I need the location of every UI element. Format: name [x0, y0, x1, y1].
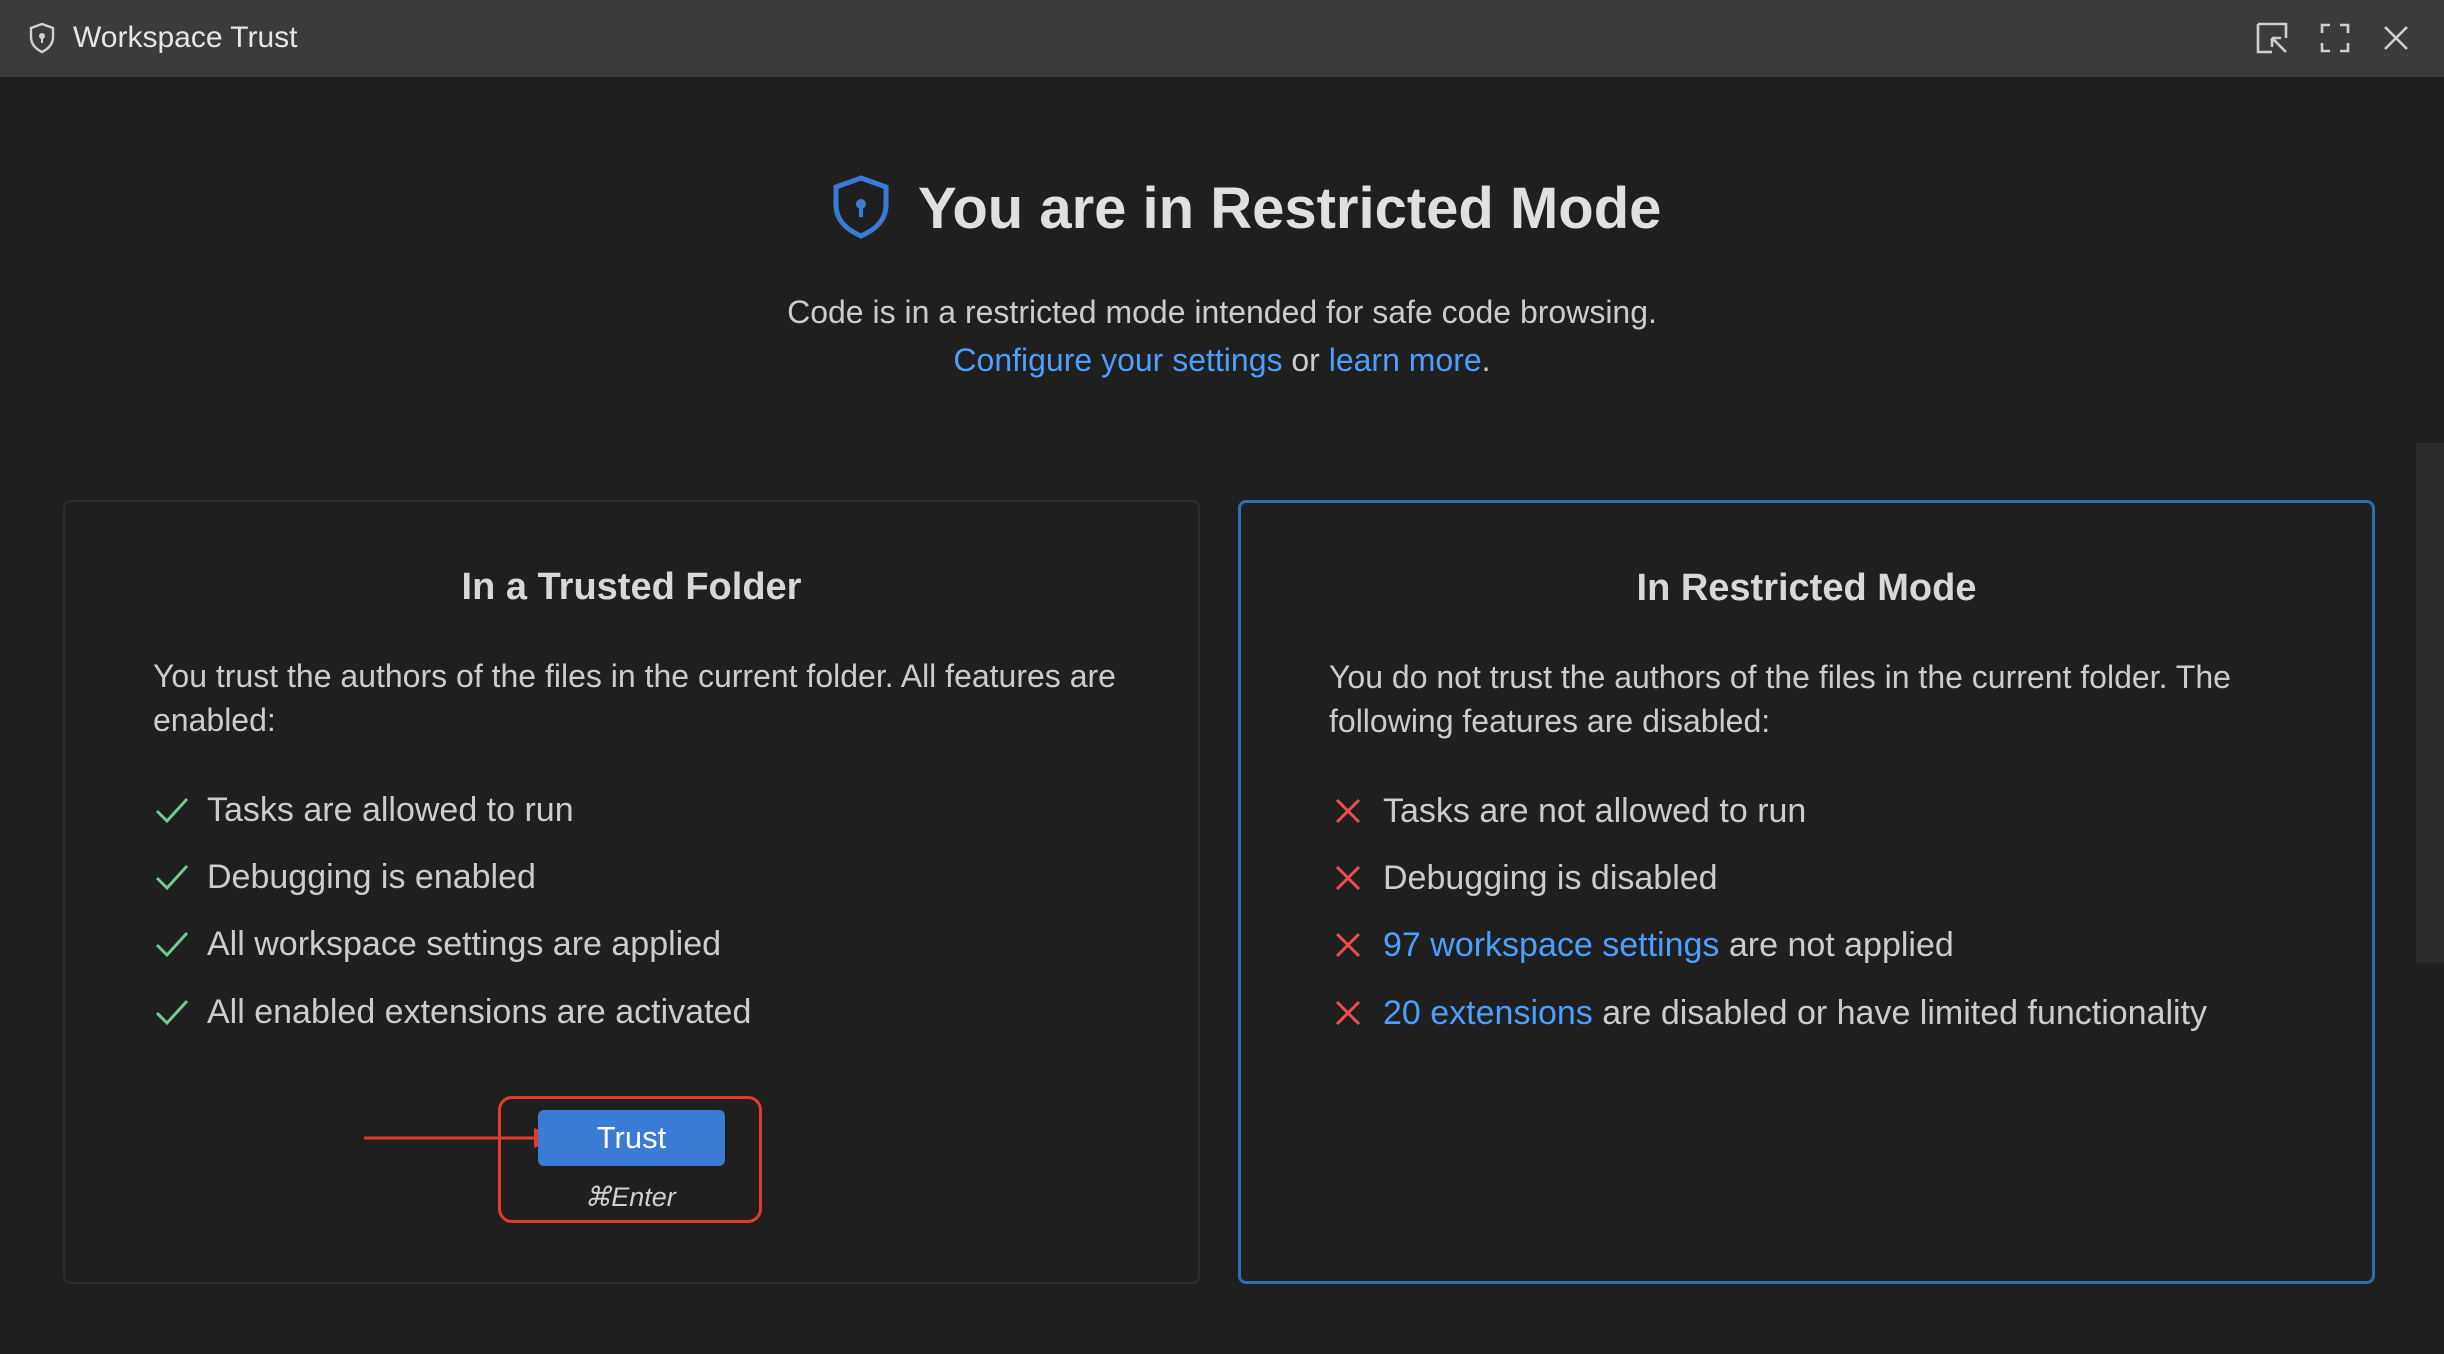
- learn-more-link[interactable]: learn more: [1329, 342, 1482, 378]
- trusted-feature-item: Debugging is enabled: [153, 853, 536, 901]
- trust-shortcut-hint: ⌘Enter: [584, 1182, 676, 1212]
- restricted-feature-item: 97 workspace settings are not applied: [1329, 921, 1954, 969]
- maximize-button[interactable]: [2315, 18, 2355, 58]
- shield-icon: [29, 22, 55, 54]
- trusted-feature-item: All enabled extensions are activated: [153, 988, 751, 1036]
- page-subtitle: Code is in a restricted mode intended fo…: [787, 294, 1657, 330]
- close-button[interactable]: [2376, 18, 2416, 58]
- pin-window-icon: [2256, 22, 2288, 54]
- check-icon: [153, 791, 191, 829]
- check-icon: [153, 925, 191, 963]
- trusted-card-description: You trust the authors of the files in th…: [153, 658, 1116, 738]
- or-text: or: [1282, 342, 1329, 378]
- configure-settings-link[interactable]: Configure your settings: [953, 342, 1282, 378]
- check-icon: [153, 993, 191, 1031]
- cross-icon: [1329, 994, 1367, 1032]
- trusted-feature-label: Debugging is enabled: [207, 857, 536, 896]
- restricted-feature-item: Tasks are not allowed to run: [1329, 787, 1806, 835]
- restricted-card-description: You do not trust the authors of the file…: [1329, 659, 2231, 739]
- shield-lock-icon: [833, 175, 889, 239]
- cross-icon: [1329, 926, 1367, 964]
- restricted-feature-label: Debugging is disabled: [1383, 858, 1718, 897]
- trusted-feature-label: Tasks are allowed to run: [207, 790, 574, 829]
- period-text: .: [1481, 342, 1491, 378]
- scrollbar[interactable]: [2416, 443, 2444, 963]
- extensions-rest-text: are disabled or have limited functionali…: [1592, 993, 2208, 1032]
- extensions-link[interactable]: 20 extensions: [1383, 994, 1593, 1032]
- restricted-feature-item: 20 extensions are disabled or have limit…: [1329, 989, 2207, 1037]
- trusted-feature-item: All workspace settings are applied: [153, 920, 721, 968]
- page-title: You are in Restricted Mode: [918, 176, 1662, 241]
- restricted-mode-card: In Restricted Mode You do not trust the …: [1238, 500, 2375, 1284]
- trust-button[interactable]: Trust: [538, 1110, 725, 1166]
- title-bar: Workspace Trust: [0, 0, 2444, 77]
- workspace-settings-link[interactable]: 97 workspace settings: [1383, 926, 1719, 964]
- trusted-card-title: In a Trusted Folder: [461, 566, 802, 608]
- cross-icon: [1329, 859, 1367, 897]
- restricted-card-title: In Restricted Mode: [1636, 567, 1977, 609]
- check-icon: [153, 858, 191, 896]
- window-title: Workspace Trust: [73, 21, 298, 54]
- trusted-feature-label: All workspace settings are applied: [207, 924, 722, 963]
- cross-icon: [1329, 792, 1367, 830]
- restricted-feature-label: 97 workspace settings are not applied: [1383, 926, 1954, 965]
- restricted-feature-label: 20 extensions are disabled or have limit…: [1383, 994, 2207, 1033]
- maximize-icon: [2320, 23, 2350, 53]
- trusted-feature-label: All enabled extensions are activated: [207, 992, 752, 1031]
- page-subtitle-links: Configure your settings or learn more.: [0, 336, 2444, 384]
- trusted-feature-item: Tasks are allowed to run: [153, 786, 574, 834]
- restricted-feature-item: Debugging is disabled: [1329, 854, 1718, 902]
- close-icon: [2384, 26, 2408, 50]
- restricted-feature-label: Tasks are not allowed to run: [1383, 791, 1807, 830]
- pin-window-button[interactable]: [2252, 18, 2292, 58]
- settings-rest-text: are not applied: [1719, 925, 1954, 964]
